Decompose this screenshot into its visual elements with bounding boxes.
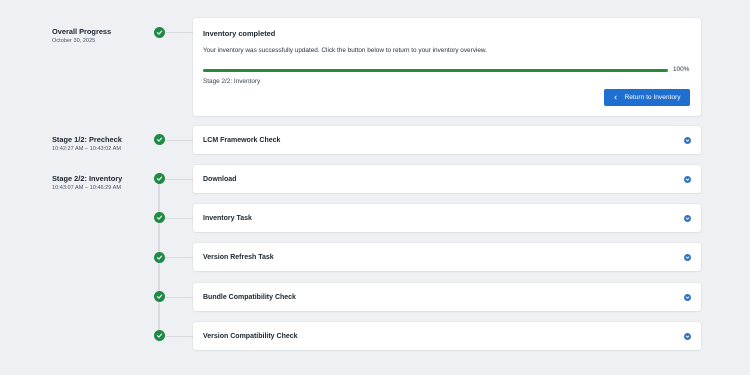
chevron-down-icon[interactable]: [684, 253, 691, 261]
return-to-inventory-button[interactable]: Return to Inventory: [604, 89, 690, 106]
task-label: Version Refresh Task: [203, 253, 274, 261]
timeline-connector: [165, 257, 193, 258]
progress-percent: 100%: [673, 66, 690, 73]
stage-2-title: Stage 2/2: Inventory: [52, 174, 123, 183]
check-circle-icon: [154, 252, 165, 263]
task-label: Version Compatibility Check: [203, 332, 298, 340]
progress-bar-fill: [203, 69, 668, 72]
overall-progress-title: Overall Progress: [52, 27, 112, 36]
check-circle-icon: [154, 27, 165, 38]
stage-1-block: Stage 1/2: Precheck 10:42:27 AM – 10:43:…: [52, 135, 122, 152]
overall-progress-date: October 30, 2025: [52, 38, 96, 44]
return-button-label: Return to Inventory: [624, 94, 681, 101]
task-card-version-refresh-task[interactable]: Version Refresh Task: [193, 243, 701, 271]
check-circle-icon: [154, 330, 165, 341]
chevron-down-icon[interactable]: [684, 214, 691, 222]
timeline-connector: [165, 140, 193, 141]
task-label: Bundle Compatibility Check: [203, 293, 296, 301]
check-circle-icon: [154, 212, 165, 223]
chevron-down-icon[interactable]: [684, 332, 691, 340]
task-label: Download: [203, 175, 237, 183]
chevron-down-icon[interactable]: [684, 136, 691, 144]
chevron-down-icon[interactable]: [684, 175, 691, 183]
timeline-connector: [165, 297, 193, 298]
stage-2-time: 10:43:07 AM – 10:46:29 AM: [52, 185, 122, 191]
overall-progress-block: Overall Progress October 30, 2025: [52, 27, 111, 44]
task-card-inventory-task[interactable]: Inventory Task: [193, 204, 701, 232]
stage-2-block: Stage 2/2: Inventory 10:43:07 AM – 10:46…: [52, 174, 122, 191]
timeline-connector: [165, 32, 193, 33]
check-circle-icon: [154, 291, 165, 302]
task-card-bundle-compatibility-check[interactable]: Bundle Compatibility Check: [193, 283, 701, 311]
stage-1-title: Stage 1/2: Precheck: [52, 135, 122, 144]
task-card-lcm-framework-check[interactable]: LCM Framework Check: [193, 126, 701, 154]
chevron-left-icon: [613, 95, 618, 100]
progress-bar: [203, 69, 668, 72]
stage-1-time: 10:42:27 AM – 10:43:02 AM: [52, 146, 122, 152]
completion-message: Your inventory was successfully updated.…: [203, 47, 487, 54]
current-stage-text: Stage 2/2: Inventory: [203, 78, 261, 85]
timeline-connector: [165, 218, 193, 219]
completion-card: Inventory completed Your inventory was s…: [193, 18, 701, 116]
task-card-download[interactable]: Download: [193, 165, 701, 193]
task-card-version-compatibility-check[interactable]: Version Compatibility Check: [193, 322, 701, 350]
chevron-down-icon[interactable]: [684, 293, 691, 301]
check-circle-icon: [154, 173, 165, 184]
completion-title: Inventory completed: [203, 29, 276, 38]
timeline-connector: [165, 336, 193, 337]
timeline-connector: [165, 179, 193, 180]
task-label: Inventory Task: [203, 214, 252, 222]
check-circle-icon: [154, 134, 165, 145]
task-label: LCM Framework Check: [203, 136, 281, 144]
